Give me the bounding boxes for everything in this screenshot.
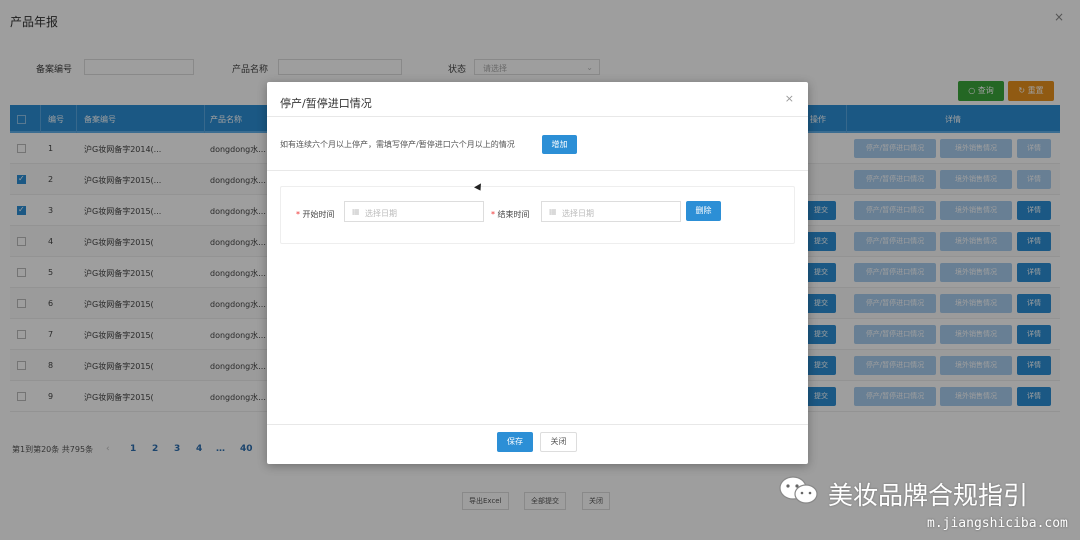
period-entry: * 开始时间 ▦ 选择日期 * 结束时间 ▦ 选择日期 删除 — [280, 186, 795, 244]
watermark-url: m.jiangshiciba.com — [927, 516, 1068, 531]
save-button[interactable]: 保存 — [497, 432, 533, 452]
delete-period-button[interactable]: 删除 — [686, 201, 721, 221]
modal-title: 停产/暂停进口情况 — [280, 97, 372, 110]
end-date-placeholder: 选择日期 — [562, 209, 594, 218]
modal-divider-bottom — [267, 424, 808, 425]
modal-hint: 如有连续六个月以上停产，需填写停产/暂停进口六个月以上的情况 — [280, 140, 515, 149]
watermark-text: 美妆品牌合规指引 — [828, 481, 1029, 510]
modal-close-icon[interactable]: × — [785, 92, 794, 105]
end-time-label: * 结束时间 — [491, 210, 530, 219]
calendar-icon: ▦ — [352, 207, 360, 216]
wechat-logo-icon — [779, 476, 818, 504]
start-date-placeholder: 选择日期 — [365, 209, 397, 218]
calendar-icon: ▦ — [549, 207, 557, 216]
add-period-button[interactable]: 增加 — [542, 135, 577, 154]
modal-divider-mid — [267, 170, 808, 171]
close-button[interactable]: 关闭 — [540, 432, 577, 452]
end-date-input[interactable]: ▦ 选择日期 — [541, 201, 681, 222]
start-date-input[interactable]: ▦ 选择日期 — [344, 201, 484, 222]
modal-divider-top — [267, 116, 808, 117]
stop-production-modal: 停产/暂停进口情况 × 如有连续六个月以上停产，需填写停产/暂停进口六个月以上的… — [267, 82, 808, 464]
start-time-label: * 开始时间 — [296, 210, 335, 219]
